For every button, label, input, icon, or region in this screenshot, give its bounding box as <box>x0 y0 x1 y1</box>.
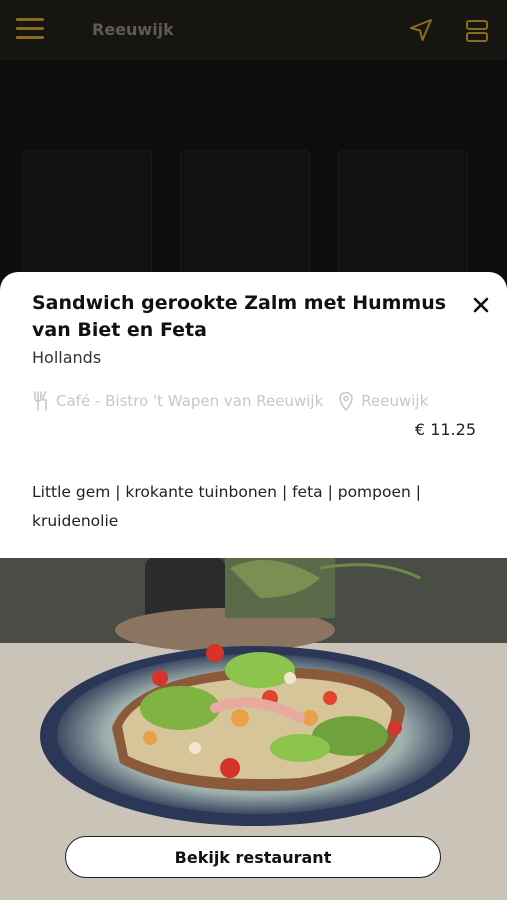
close-icon[interactable] <box>470 294 492 316</box>
background-tile <box>338 150 468 280</box>
background-overlay[interactable] <box>0 60 507 280</box>
dish-title: Sandwich gerookte Zalm met Hummus van Bi… <box>32 292 447 341</box>
view-restaurant-button[interactable]: Bekijk restaurant <box>65 836 441 878</box>
dish-price: € 11.25 <box>414 420 476 439</box>
page-title: Reeuwijk <box>92 20 174 39</box>
restaurant-name[interactable]: Café - Bistro 't Wapen van Reeuwijk <box>56 392 323 410</box>
restaurant-location: Reeuwijk <box>361 392 429 410</box>
background-tile <box>22 150 152 280</box>
location-pin-icon <box>339 391 354 411</box>
dish-description: Little gem | krokante tuinbonen | feta |… <box>32 483 421 530</box>
list-view-icon[interactable] <box>464 18 490 44</box>
hamburger-icon[interactable] <box>16 18 44 42</box>
dish-detail-sheet: Sandwich gerookte Zalm met Hummus van Bi… <box>0 272 507 572</box>
background-tile <box>180 150 310 280</box>
dish-meta: Café - Bistro 't Wapen van Reeuwijk Reeu… <box>32 390 428 412</box>
top-bar: Reeuwijk <box>0 0 507 60</box>
navigation-arrow-icon[interactable] <box>408 17 434 43</box>
dish-cuisine: Hollands <box>32 348 102 367</box>
fork-knife-icon <box>34 391 47 411</box>
